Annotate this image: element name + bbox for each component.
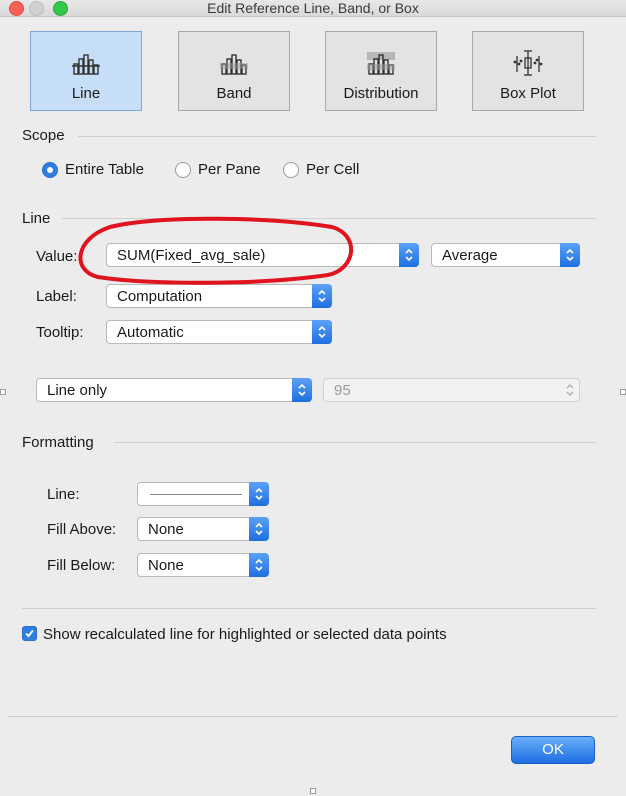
resize-handle-bottom[interactable]	[310, 788, 316, 794]
label-select[interactable]: Computation	[106, 284, 332, 308]
formatting-divider	[114, 442, 596, 443]
tooltip-stepper-icon	[312, 320, 332, 344]
scope-entire-table-radio[interactable]	[42, 162, 58, 178]
fill-below-select[interactable]: None	[137, 553, 269, 577]
tab-band[interactable]: Band	[178, 31, 290, 111]
value-select-stepper-icon	[399, 243, 419, 267]
tab-line-label: Line	[71, 85, 101, 102]
label-select-text: Computation	[117, 288, 203, 305]
tab-distribution[interactable]: Distribution	[325, 31, 437, 111]
resize-handle-left[interactable]	[0, 389, 6, 395]
recalc-label: Show recalculated line for highlighted o…	[43, 626, 447, 643]
aggregation-select-text: Average	[442, 247, 498, 264]
band-chart-icon	[220, 54, 248, 75]
label-field-label: Label:	[36, 288, 77, 305]
scope-entire-table-label: Entire Table	[65, 161, 144, 178]
line-style-preview	[150, 494, 242, 495]
fill-above-text: None	[148, 521, 184, 538]
scope-per-cell-radio[interactable]	[283, 162, 299, 178]
scope-divider	[78, 136, 596, 137]
scope-heading: Scope	[22, 127, 65, 144]
scope-per-pane-label: Per Pane	[198, 161, 261, 178]
scope-per-cell-label: Per Cell	[306, 161, 360, 178]
format-line-stepper-icon	[249, 482, 269, 506]
resize-handle-right[interactable]	[620, 389, 626, 395]
line-heading: Line	[22, 210, 51, 227]
recalc-divider	[22, 608, 596, 609]
fill-above-select[interactable]: None	[137, 517, 269, 541]
line-display-stepper-icon	[292, 378, 312, 402]
tab-distribution-label: Distribution	[343, 85, 419, 102]
tab-box-plot-label: Box Plot	[500, 85, 556, 102]
line-display-text: Line only	[47, 382, 108, 399]
tooltip-select-text: Automatic	[117, 324, 184, 341]
aggregation-select[interactable]: Average	[431, 243, 580, 267]
distribution-chart-icon	[367, 52, 395, 75]
label-stepper-icon	[312, 284, 332, 308]
fill-below-label: Fill Below:	[47, 557, 116, 574]
title-bar: Edit Reference Line, Band, or Box	[0, 0, 626, 17]
scope-per-pane-radio[interactable]	[175, 162, 191, 178]
checkmark-icon	[25, 629, 34, 638]
confidence-stepper-icon	[560, 378, 580, 402]
value-select-text: SUM(Fixed_avg_sale)	[117, 247, 266, 264]
box-plot-icon	[513, 50, 543, 76]
tab-line[interactable]: Line	[30, 31, 142, 111]
format-line-label: Line:	[47, 486, 80, 503]
tab-band-label: Band	[216, 85, 252, 102]
tooltip-select[interactable]: Automatic	[106, 320, 332, 344]
line-divider	[62, 218, 596, 219]
line-chart-icon	[72, 54, 100, 75]
recalc-checkbox[interactable]	[22, 626, 37, 641]
aggregation-stepper-icon	[560, 243, 580, 267]
tooltip-label: Tooltip:	[36, 324, 84, 341]
format-line-select[interactable]	[137, 482, 269, 506]
footer-divider	[8, 716, 618, 717]
fill-above-stepper-icon	[249, 517, 269, 541]
value-select[interactable]: SUM(Fixed_avg_sale)	[106, 243, 419, 267]
formatting-heading: Formatting	[22, 434, 94, 451]
value-label: Value:	[36, 248, 78, 265]
confidence-select: 95	[323, 378, 580, 402]
ok-button[interactable]: OK	[511, 736, 595, 764]
fill-above-label: Fill Above:	[47, 521, 117, 538]
line-display-select[interactable]: Line only	[36, 378, 312, 402]
tab-box-plot[interactable]: Box Plot	[472, 31, 584, 111]
confidence-text: 95	[334, 382, 351, 399]
window-title: Edit Reference Line, Band, or Box	[207, 0, 419, 16]
fill-below-stepper-icon	[249, 553, 269, 577]
fill-below-text: None	[148, 557, 184, 574]
